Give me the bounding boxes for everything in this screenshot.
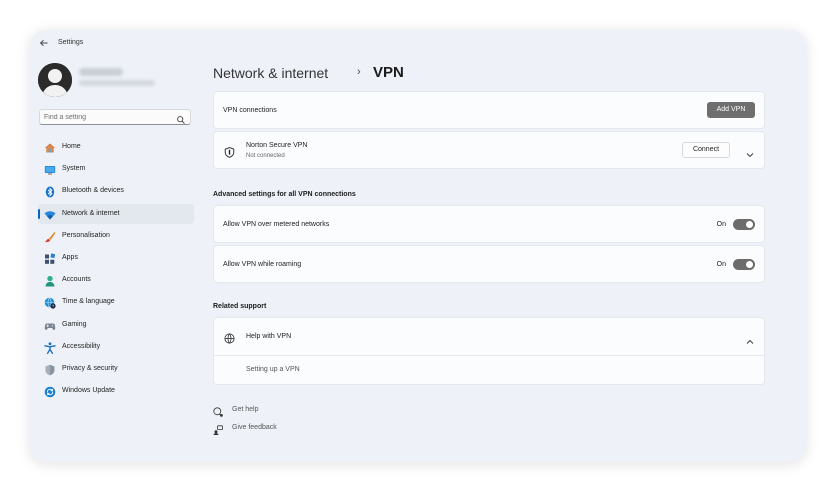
- sidebar-item-windows-update[interactable]: Windows Update: [38, 381, 194, 401]
- help-header[interactable]: Help with VPN: [214, 318, 764, 356]
- sidebar-item-label: System: [62, 165, 86, 173]
- roaming-toggle[interactable]: [733, 259, 755, 270]
- setting-label: Allow VPN while roaming: [223, 261, 302, 268]
- toggle-state-text: On: [716, 261, 726, 268]
- sidebar-nav: Home System Bluetooth & devices Network …: [38, 137, 194, 403]
- breadcrumb-parent[interactable]: Network & internet: [213, 65, 328, 81]
- bluetooth-icon: [44, 185, 56, 198]
- sidebar-item-label: Privacy & security: [62, 364, 118, 372]
- toggle-knob: [746, 261, 753, 268]
- vpn-entry-card[interactable]: Norton Secure VPN Not connected Connect: [213, 131, 765, 169]
- add-vpn-button[interactable]: Add VPN: [707, 102, 755, 118]
- vpn-connections-label: VPN connections: [223, 107, 277, 114]
- help-title: Help with VPN: [246, 333, 292, 340]
- sidebar-item-time-language[interactable]: Time & language: [38, 292, 194, 312]
- toggle-state-text: On: [716, 221, 726, 228]
- sidebar-item-network-internet[interactable]: Network & internet: [38, 203, 194, 224]
- home-icon: [44, 141, 56, 153]
- globe-icon: [224, 331, 235, 344]
- avatar[interactable]: [38, 63, 72, 97]
- search-box[interactable]: [39, 109, 191, 125]
- feedback-icon: [213, 422, 223, 435]
- advanced-settings-title: Advanced settings for all VPN connection…: [213, 191, 356, 198]
- page-title: VPN: [373, 64, 404, 81]
- sidebar-item-label: Home: [62, 143, 81, 150]
- sidebar-item-label: Apps: [62, 253, 78, 261]
- give-feedback-label: Give feedback: [232, 424, 277, 431]
- update-icon: [44, 385, 56, 398]
- app-title: Settings: [58, 39, 84, 46]
- sidebar-item-gaming[interactable]: Gaming: [38, 315, 194, 335]
- sidebar-item-label: Windows Update: [62, 387, 115, 395]
- sidebar-item-apps[interactable]: Apps: [38, 248, 194, 268]
- related-support-title: Related support: [213, 303, 267, 310]
- user-name-blurred: [79, 68, 123, 76]
- settings-window: Settings Home System: [30, 30, 806, 462]
- setting-up-vpn-link[interactable]: Setting up a VPN: [246, 366, 300, 373]
- get-help-label: Get help: [232, 406, 259, 413]
- sidebar-item-personalisation[interactable]: Personalisation: [38, 226, 194, 246]
- sidebar-item-label: Personalisation: [62, 231, 110, 239]
- person-icon: [44, 274, 56, 287]
- help-bubble-icon: [213, 404, 223, 417]
- accessibility-icon: [44, 341, 56, 354]
- sidebar-item-bluetooth-devices[interactable]: Bluetooth & devices: [38, 181, 194, 201]
- brush-icon: [44, 230, 56, 242]
- metered-networks-toggle[interactable]: [733, 219, 755, 230]
- help-card: Help with VPN Setting up a VPN: [213, 317, 765, 385]
- chevron-up-icon[interactable]: [746, 333, 754, 344]
- wifi-icon: [44, 208, 56, 220]
- gamepad-icon: [44, 319, 56, 331]
- search-input[interactable]: [44, 111, 172, 123]
- toggle-knob: [746, 221, 753, 228]
- sidebar-item-label: Accounts: [62, 276, 91, 284]
- breadcrumb-separator: ›: [357, 66, 361, 78]
- back-arrow-icon[interactable]: [38, 38, 50, 50]
- sidebar-item-label: Gaming: [62, 320, 87, 328]
- setting-metered-row: Allow VPN over metered networks On: [213, 205, 765, 243]
- chevron-down-icon[interactable]: [746, 146, 754, 158]
- sidebar-item-accounts[interactable]: Accounts: [38, 270, 194, 290]
- shield-icon: [44, 363, 56, 376]
- sidebar-item-privacy-security[interactable]: Privacy & security: [38, 359, 194, 379]
- sidebar-item-home[interactable]: Home: [38, 137, 194, 157]
- sidebar-item-label: Time & language: [62, 298, 115, 306]
- vpn-connections-card: VPN connections Add VPN: [213, 91, 765, 129]
- sidebar-item-label: Accessibility: [62, 342, 101, 350]
- setting-label: Allow VPN over metered networks: [223, 221, 330, 228]
- sidebar-item-label: Network & internet: [62, 209, 120, 217]
- connect-button[interactable]: Connect: [682, 142, 730, 158]
- sidebar-item-accessibility[interactable]: Accessibility: [38, 337, 194, 357]
- user-email-blurred: [79, 80, 155, 86]
- search-icon[interactable]: [176, 112, 186, 124]
- title-bar: Settings: [30, 30, 806, 58]
- sidebar-item-label: Bluetooth & devices: [62, 187, 124, 195]
- vpn-name: Norton Secure VPN: [246, 142, 308, 149]
- apps-icon: [44, 252, 56, 264]
- vpn-shield-icon: [224, 145, 235, 158]
- monitor-icon: [44, 163, 56, 175]
- sidebar-item-system[interactable]: System: [38, 159, 194, 179]
- vpn-status: Not connected: [246, 153, 285, 159]
- globe-clock-icon: [44, 296, 56, 309]
- setting-roaming-row: Allow VPN while roaming On: [213, 245, 765, 283]
